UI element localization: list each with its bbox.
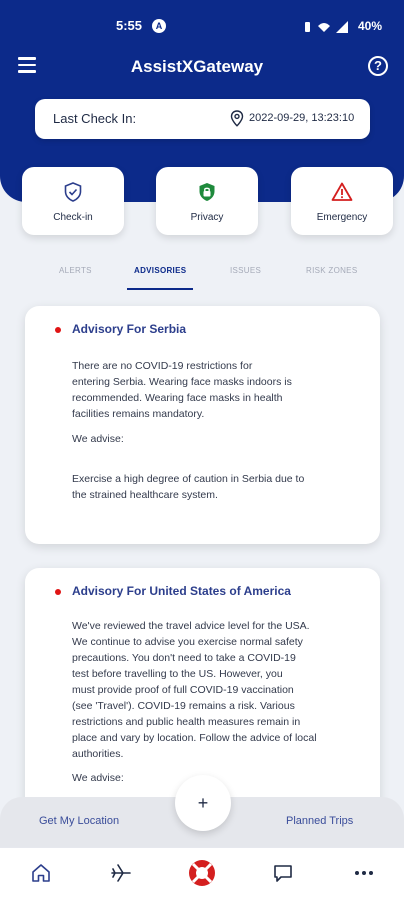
advisory-card[interactable]: Advisory For Serbia There are no COVID-1…: [25, 306, 380, 544]
home-icon[interactable]: [30, 862, 52, 884]
tab-risk-zones[interactable]: RISK ZONES: [306, 266, 357, 275]
tab-issues[interactable]: ISSUES: [230, 266, 261, 275]
advisory-title: Advisory For United States of America: [72, 584, 291, 598]
battery-level: 40%: [358, 19, 383, 33]
alert-dot-icon: [55, 327, 61, 333]
advisory-title: Advisory For Serbia: [72, 322, 187, 336]
advisory-body: We've reviewed the travel advice level f…: [72, 620, 317, 760]
last-check-in-card: Last Check In: 2022-09-29, 13:23:10: [35, 99, 370, 139]
planned-trips-button[interactable]: Planned Trips: [286, 815, 353, 827]
active-tab-indicator: [127, 288, 193, 290]
lifebuoy-icon[interactable]: [187, 858, 217, 888]
get-my-location-button[interactable]: Get My Location: [39, 815, 119, 827]
advisory-advise-label: We advise:: [72, 772, 124, 784]
check-in-label: Check-in: [53, 212, 93, 223]
signal-icons: [305, 21, 348, 33]
privacy-button[interactable]: Privacy: [156, 167, 258, 235]
lock-icon: [199, 183, 215, 201]
chat-icon[interactable]: [272, 862, 294, 884]
emergency-label: Emergency: [316, 212, 368, 223]
privacy-label: Privacy: [190, 212, 224, 223]
help-icon[interactable]: ?: [368, 56, 388, 76]
status-time: 5:55: [116, 18, 143, 33]
advisory-body: There are no COVID-19 restrictions for e…: [72, 360, 292, 420]
shield-check-icon: [64, 182, 82, 202]
check-in-button[interactable]: Check-in: [22, 167, 124, 235]
alert-dot-icon: [55, 589, 61, 595]
warning-icon: [331, 182, 353, 201]
more-icon[interactable]: [353, 862, 375, 884]
app-title: AssistXGateway: [130, 57, 264, 76]
bottom-navigation: [0, 847, 404, 900]
airplane-icon[interactable]: [110, 862, 132, 884]
content-tabs: ALERTS ADVISORIES ISSUES RISK ZONES: [0, 260, 404, 292]
last-check-in-value: 2022-09-29, 13:23:10: [249, 112, 355, 124]
add-button[interactable]: +: [175, 775, 231, 831]
notification-icon: A: [152, 19, 166, 33]
advisory-advice: Exercise a high degree of caution in Ser…: [72, 473, 305, 501]
advisory-advise-label: We advise:: [72, 433, 124, 445]
tab-advisories[interactable]: ADVISORIES: [134, 266, 186, 275]
location-pin-icon: [230, 110, 244, 127]
last-check-in-label: Last Check In:: [53, 111, 137, 126]
tab-alerts[interactable]: ALERTS: [59, 266, 92, 275]
emergency-button[interactable]: Emergency: [291, 167, 393, 235]
